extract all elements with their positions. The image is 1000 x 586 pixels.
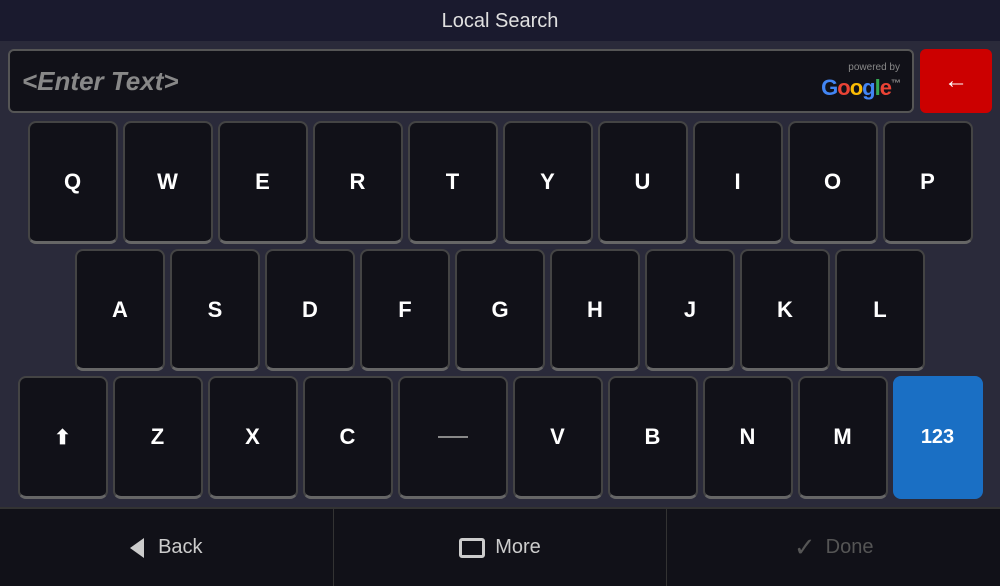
num-key[interactable]: 123	[893, 376, 983, 499]
key-e[interactable]: E	[218, 121, 308, 244]
key-a[interactable]: A	[75, 249, 165, 372]
key-g[interactable]: G	[455, 249, 545, 372]
powered-by-text: powered by	[848, 62, 900, 73]
key-r[interactable]: R	[313, 121, 403, 244]
key-z[interactable]: Z	[113, 376, 203, 499]
key-m[interactable]: M	[798, 376, 888, 499]
more-label: More	[495, 536, 541, 559]
space-key[interactable]	[398, 376, 508, 499]
keyboard-row-2: A S D F G H J K L	[8, 249, 992, 372]
page-title: Local Search	[0, 0, 1000, 41]
key-x[interactable]: X	[208, 376, 298, 499]
more-icon	[459, 538, 485, 558]
back-arrow-icon	[130, 538, 144, 558]
key-d[interactable]: D	[265, 249, 355, 372]
key-c[interactable]: C	[303, 376, 393, 499]
key-n[interactable]: N	[703, 376, 793, 499]
back-button[interactable]: Back	[0, 509, 334, 586]
backspace-button[interactable]: ←	[920, 49, 992, 113]
key-t[interactable]: T	[408, 121, 498, 244]
key-l[interactable]: L	[835, 249, 925, 372]
space-bar-indicator	[438, 436, 468, 438]
key-q[interactable]: Q	[28, 121, 118, 244]
google-logo: Google™	[821, 75, 900, 101]
key-i[interactable]: I	[693, 121, 783, 244]
key-j[interactable]: J	[645, 249, 735, 372]
done-label: Done	[826, 536, 874, 559]
search-row: <Enter Text> powered by Google™ ←	[8, 49, 992, 113]
keyboard-row-1: Q W E R T Y U I O P	[8, 121, 992, 244]
google-branding: powered by Google™	[821, 62, 900, 101]
key-h[interactable]: H	[550, 249, 640, 372]
done-button[interactable]: ✓ Done	[667, 509, 1000, 586]
key-y[interactable]: Y	[503, 121, 593, 244]
bottom-bar: Back More ✓ Done	[0, 507, 1000, 586]
shift-icon: ⬆	[54, 425, 71, 450]
keyboard-row-3: ⬆ Z X C V B N M 123	[8, 376, 992, 499]
shift-key[interactable]: ⬆	[18, 376, 108, 499]
key-u[interactable]: U	[598, 121, 688, 244]
keyboard-area: <Enter Text> powered by Google™ ← Q W E …	[0, 41, 1000, 507]
key-b[interactable]: B	[608, 376, 698, 499]
key-v[interactable]: V	[513, 376, 603, 499]
back-label: Back	[158, 536, 202, 559]
backspace-icon: ←	[944, 67, 968, 95]
more-button[interactable]: More	[334, 509, 668, 586]
search-input-container[interactable]: <Enter Text> powered by Google™	[8, 49, 914, 113]
key-s[interactable]: S	[170, 249, 260, 372]
key-f[interactable]: F	[360, 249, 450, 372]
key-k[interactable]: K	[740, 249, 830, 372]
num-key-label: 123	[921, 426, 954, 449]
keys-container: Q W E R T Y U I O P A S D F G H J K L ⬆	[8, 121, 992, 499]
check-icon: ✓	[794, 532, 816, 563]
key-p[interactable]: P	[883, 121, 973, 244]
key-o[interactable]: O	[788, 121, 878, 244]
search-input-text: <Enter Text>	[22, 66, 179, 97]
key-w[interactable]: W	[123, 121, 213, 244]
title-text: Local Search	[442, 10, 559, 32]
